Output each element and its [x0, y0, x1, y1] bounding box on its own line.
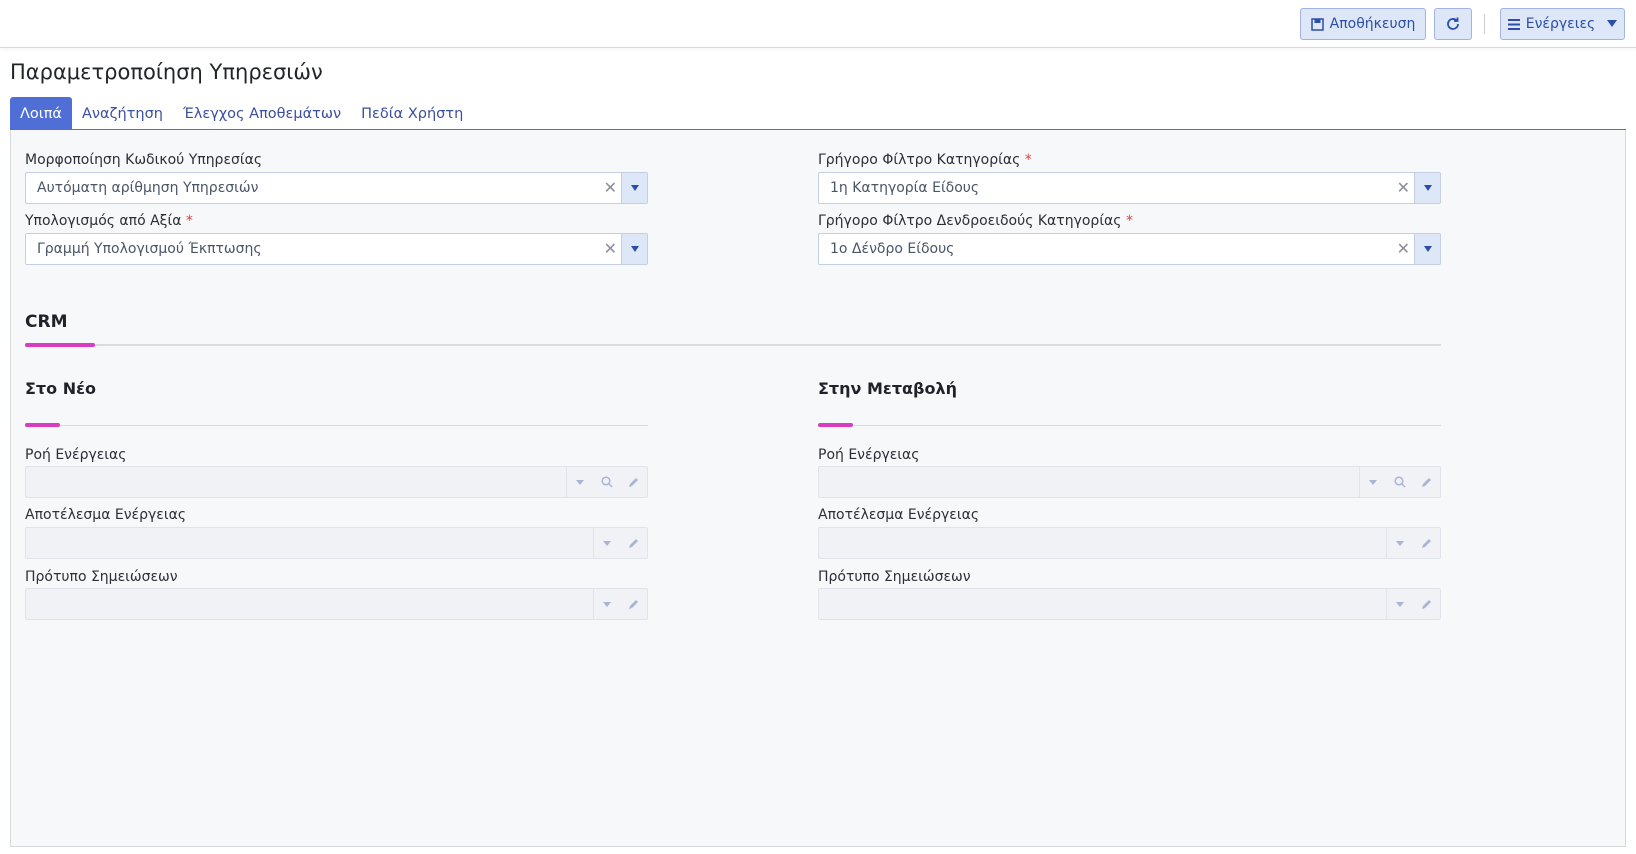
save-button[interactable]: Αποθήκευση	[1300, 8, 1426, 40]
calc-from-value-dropdown-button[interactable]	[621, 234, 647, 264]
code-format-dropdown-button[interactable]	[621, 173, 647, 203]
close-icon[interactable]: ✕	[1397, 239, 1410, 258]
on-new-action-flow-label: Ροή Ενέργειας	[25, 447, 127, 463]
on-change-action-flow-field[interactable]	[818, 466, 1441, 498]
page-title: Παραμετροποίηση Υπηρεσιών	[10, 60, 323, 84]
on-change-notes-template-label: Πρότυπο Σημειώσεων	[818, 569, 971, 585]
top-toolbar: Αποθήκευση Ενέργειες	[0, 0, 1636, 48]
search-icon	[600, 476, 613, 488]
on-change-action-result-label: Αποτέλεσμα Ενέργειας	[818, 507, 980, 523]
on-new-action-flow-dropdown[interactable]	[566, 467, 593, 497]
actions-menu-label: Ενέργειες	[1525, 16, 1596, 32]
save-button-label: Αποθήκευση	[1329, 16, 1416, 32]
on-change-action-flow-search[interactable]	[1386, 467, 1413, 497]
tab-search[interactable]: Αναζήτηση	[72, 97, 173, 130]
caret-down-icon	[576, 479, 584, 485]
on-change-action-flow-edit[interactable]	[1413, 467, 1440, 497]
caret-down-icon	[630, 246, 639, 252]
on-change-notes-template-edit[interactable]	[1413, 589, 1440, 619]
required-mark: *	[1125, 213, 1133, 229]
pencil-icon	[1421, 539, 1431, 548]
pencil-icon	[1421, 478, 1431, 487]
on-new-notes-template-edit[interactable]	[620, 589, 647, 619]
quick-category-select[interactable]: 1η Κατηγορία Είδους ✕	[818, 172, 1441, 204]
on-new-section-accent	[25, 423, 60, 427]
refresh-icon	[1447, 17, 1459, 30]
on-new-notes-template-label: Πρότυπο Σημειώσεων	[25, 569, 178, 585]
on-new-action-result-dropdown[interactable]	[593, 528, 620, 558]
on-new-section-title: Στο Νέο	[25, 379, 96, 398]
caret-down-icon	[1369, 479, 1377, 485]
code-format-label: Μορφοποίηση Κωδικού Υπηρεσίας	[25, 152, 263, 168]
calc-from-value-value: Γραμμή Υπολογισμού Έκπτωσης	[37, 241, 262, 257]
close-icon[interactable]: ✕	[604, 239, 617, 258]
on-change-action-result-edit[interactable]	[1413, 528, 1440, 558]
on-change-section-accent	[818, 423, 853, 427]
required-mark: *	[185, 213, 193, 229]
close-icon[interactable]: ✕	[604, 178, 617, 197]
quick-tree-category-dropdown-button[interactable]	[1414, 234, 1440, 264]
on-new-action-flow-search[interactable]	[593, 467, 620, 497]
tab-bar: Λοιπά Αναζήτηση Έλεγχος Αποθεμάτων Πεδία…	[10, 97, 473, 130]
quick-tree-category-select[interactable]: 1ο Δένδρο Είδους ✕	[818, 233, 1441, 265]
code-format-select[interactable]: Αυτόματη αρίθμηση Υπηρεσιών ✕	[25, 172, 648, 204]
on-change-action-result-field[interactable]	[818, 527, 1441, 559]
caret-down-icon	[1607, 20, 1618, 27]
required-mark: *	[1024, 152, 1032, 168]
on-new-notes-template-dropdown[interactable]	[593, 589, 620, 619]
pencil-icon	[628, 478, 638, 487]
on-change-section-title: Στην Μεταβολή	[818, 379, 957, 398]
on-change-action-result-dropdown[interactable]	[1386, 528, 1413, 558]
quick-category-dropdown-button[interactable]	[1414, 173, 1440, 203]
crm-section-accent	[25, 343, 95, 347]
pencil-icon	[1421, 600, 1431, 609]
code-format-value: Αυτόματη αρίθμηση Υπηρεσιών	[37, 180, 259, 196]
tab-stock-control[interactable]: Έλεγχος Αποθεμάτων	[173, 97, 351, 130]
tab-other[interactable]: Λοιπά	[10, 97, 72, 130]
search-icon	[1393, 476, 1406, 488]
menu-icon	[1507, 18, 1520, 30]
calc-from-value-select[interactable]: Γραμμή Υπολογισμού Έκπτωσης ✕	[25, 233, 648, 265]
floppy-icon	[1310, 17, 1324, 31]
tab-user-fields[interactable]: Πεδία Χρήστη	[351, 97, 473, 130]
quick-category-value: 1η Κατηγορία Είδους	[830, 180, 980, 196]
actions-menu-button[interactable]: Ενέργειες	[1500, 8, 1625, 40]
on-new-notes-template-field[interactable]	[25, 588, 648, 620]
pencil-icon	[628, 600, 638, 609]
on-new-action-result-label: Αποτέλεσμα Ενέργειας	[25, 507, 187, 523]
on-new-action-flow-field[interactable]	[25, 466, 648, 498]
caret-down-icon	[1396, 601, 1404, 607]
on-change-action-flow-dropdown[interactable]	[1359, 467, 1386, 497]
tab-panel-other: Μορφοποίηση Κωδικού Υπηρεσίας Αυτόματη α…	[10, 130, 1626, 847]
close-icon[interactable]: ✕	[1397, 178, 1410, 197]
quick-tree-category-value: 1ο Δένδρο Είδους	[830, 241, 955, 257]
on-change-section-divider	[818, 425, 1441, 426]
caret-down-icon	[1423, 185, 1432, 191]
on-change-notes-template-field[interactable]	[818, 588, 1441, 620]
on-new-action-flow-edit[interactable]	[620, 467, 647, 497]
caret-down-icon	[630, 185, 639, 191]
caret-down-icon	[603, 601, 611, 607]
on-new-action-result-edit[interactable]	[620, 528, 647, 558]
on-new-section-divider	[25, 425, 648, 426]
crm-section-title: CRM	[25, 312, 68, 332]
quick-tree-category-label: Γρήγορο Φίλτρο Δενδροειδούς Κατηγορίας *	[818, 213, 1133, 229]
on-change-notes-template-dropdown[interactable]	[1386, 589, 1413, 619]
toolbar-separator	[1484, 14, 1485, 34]
crm-section-divider	[25, 344, 1441, 346]
pencil-icon	[628, 539, 638, 548]
caret-down-icon	[1396, 540, 1404, 546]
caret-down-icon	[603, 540, 611, 546]
quick-category-label: Γρήγορο Φίλτρο Κατηγορίας *	[818, 152, 1032, 168]
on-change-action-flow-label: Ροή Ενέργειας	[818, 447, 920, 463]
calc-from-value-label: Υπολογισμός από Αξία *	[25, 213, 193, 229]
on-new-action-result-field[interactable]	[25, 527, 648, 559]
refresh-button[interactable]	[1434, 8, 1472, 40]
caret-down-icon	[1423, 246, 1432, 252]
